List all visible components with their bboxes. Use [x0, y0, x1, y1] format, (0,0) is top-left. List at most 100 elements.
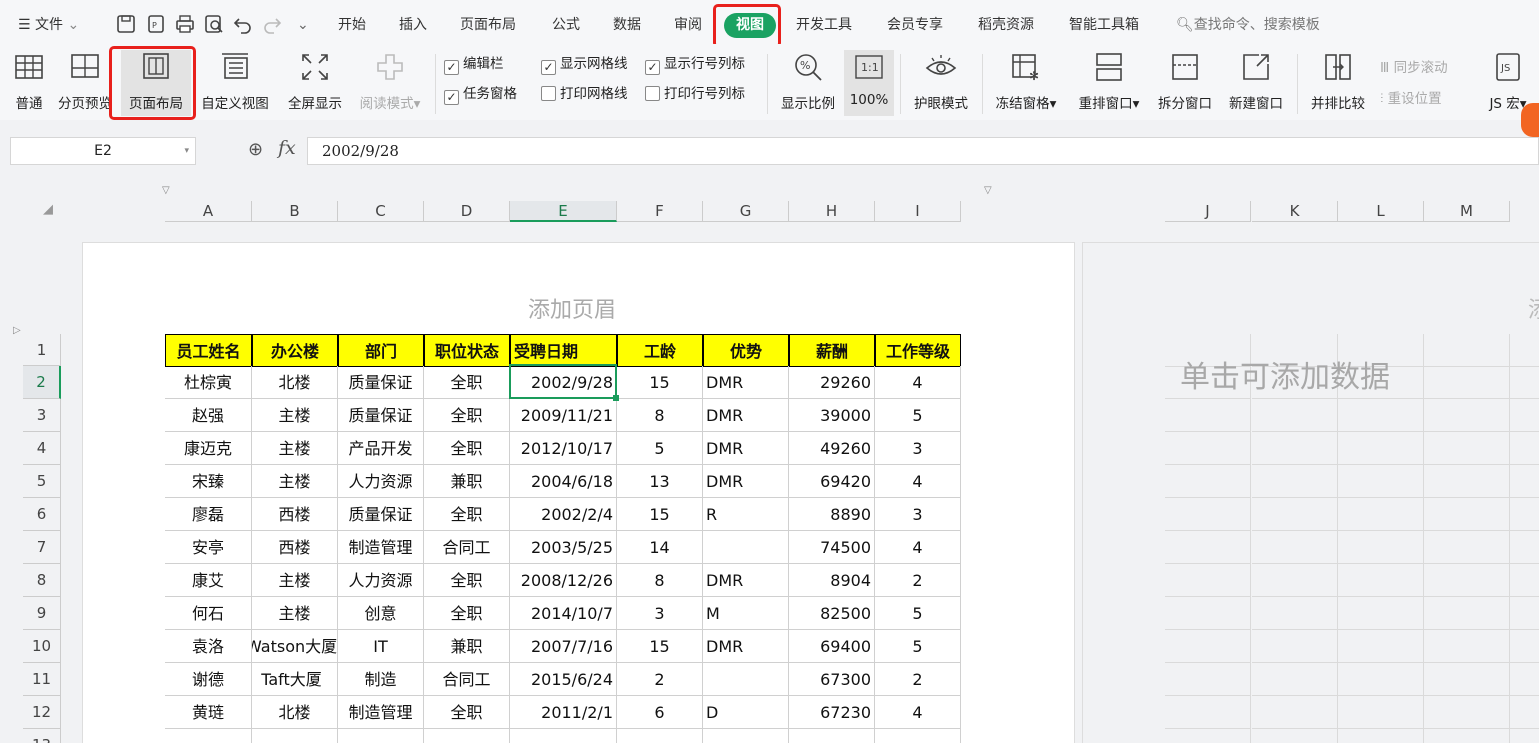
table-cell[interactable]: 67300: [789, 663, 875, 696]
table-cell[interactable]: DMR: [703, 366, 789, 399]
table-cell[interactable]: 制造管理: [338, 531, 424, 564]
row-header-5[interactable]: 5: [23, 465, 61, 498]
new-window-button[interactable]: 新建窗口: [1224, 50, 1288, 116]
table-cell[interactable]: 2011/2/1: [510, 696, 617, 729]
empty-cell[interactable]: [1510, 366, 1539, 399]
empty-cell[interactable]: [1338, 729, 1424, 743]
table-cell[interactable]: [252, 729, 338, 743]
empty-cell[interactable]: [1510, 597, 1539, 630]
empty-cell[interactable]: [1252, 630, 1338, 663]
table-cell[interactable]: 袁洛: [165, 630, 252, 663]
column-header-b[interactable]: B: [252, 201, 338, 222]
table-cell[interactable]: 2002/2/4: [510, 498, 617, 531]
table-cell[interactable]: 4: [875, 531, 961, 564]
table-cell[interactable]: 制造管理: [338, 696, 424, 729]
table-cell[interactable]: 15: [617, 630, 703, 663]
ruler-marker-icon[interactable]: ▽: [984, 185, 992, 196]
table-cell[interactable]: 宋臻: [165, 465, 252, 498]
table-cell[interactable]: 全职: [424, 696, 510, 729]
table-cell[interactable]: 西楼: [252, 498, 338, 531]
freeze-panes-button[interactable]: ✻ 冻结窗格▾: [990, 50, 1062, 116]
table-cell[interactable]: D: [703, 696, 789, 729]
empty-cell[interactable]: [1165, 432, 1251, 465]
next-page-header-hint[interactable]: 添: [1528, 292, 1539, 324]
table-cell[interactable]: 北楼: [252, 366, 338, 399]
empty-cell[interactable]: [1165, 465, 1251, 498]
add-data-hint[interactable]: 单击可添加数据: [1180, 352, 1390, 396]
row-header-10[interactable]: 10: [23, 630, 61, 663]
column-header-a[interactable]: A: [165, 201, 252, 222]
table-cell[interactable]: 67230: [789, 696, 875, 729]
table-cell[interactable]: 39000: [789, 399, 875, 432]
table-cell[interactable]: 赵强: [165, 399, 252, 432]
table-cell[interactable]: 产品开发: [338, 432, 424, 465]
table-cell[interactable]: DMR: [703, 432, 789, 465]
table-cell[interactable]: 2: [875, 564, 961, 597]
table-cell[interactable]: [703, 729, 789, 743]
table-cell[interactable]: DMR: [703, 564, 789, 597]
empty-cell[interactable]: [1338, 630, 1424, 663]
empty-cell[interactable]: [1424, 597, 1510, 630]
redo-icon[interactable]: [261, 13, 283, 35]
table-cell[interactable]: 5: [875, 399, 961, 432]
column-header-i[interactable]: I: [875, 201, 961, 222]
table-cell[interactable]: 廖磊: [165, 498, 252, 531]
empty-cell[interactable]: [1424, 696, 1510, 729]
split-window-button[interactable]: 拆分窗口: [1153, 50, 1217, 116]
table-cell[interactable]: 合同工: [424, 531, 510, 564]
select-all-icon[interactable]: ◢: [43, 202, 53, 217]
empty-cell[interactable]: [1165, 729, 1251, 743]
table-cell[interactable]: 4: [875, 696, 961, 729]
table-cell[interactable]: [165, 729, 252, 743]
table-cell[interactable]: 5: [875, 630, 961, 663]
table-cell[interactable]: [703, 663, 789, 696]
empty-cell[interactable]: [1424, 531, 1510, 564]
print-icon[interactable]: [174, 13, 196, 35]
empty-cell[interactable]: [1165, 630, 1251, 663]
file-menu[interactable]: ☰ 文件 ⌄: [18, 14, 79, 36]
table-cell[interactable]: 6: [617, 696, 703, 729]
table-cell[interactable]: 主楼: [252, 564, 338, 597]
column-header-j[interactable]: J: [1165, 201, 1251, 222]
table-cell[interactable]: 黄琏: [165, 696, 252, 729]
table-cell[interactable]: 5: [875, 597, 961, 630]
empty-cell[interactable]: [1338, 597, 1424, 630]
empty-cell[interactable]: [1252, 432, 1338, 465]
table-cell[interactable]: 2012/10/17: [510, 432, 617, 465]
column-header-c[interactable]: C: [338, 201, 424, 222]
ruler-marker-icon[interactable]: ▷: [13, 325, 21, 336]
table-cell[interactable]: 全职: [424, 498, 510, 531]
empty-cell[interactable]: [1510, 564, 1539, 597]
print-preview-icon[interactable]: [203, 13, 225, 35]
empty-cell[interactable]: [1338, 663, 1424, 696]
row-header-2[interactable]: 2: [23, 366, 61, 399]
checkbox-show-gridlines[interactable]: ✓ 显示网格线: [541, 54, 628, 75]
table-cell[interactable]: 2007/7/16: [510, 630, 617, 663]
table-cell[interactable]: 2: [617, 663, 703, 696]
empty-cell[interactable]: [1424, 564, 1510, 597]
table-cell[interactable]: 69400: [789, 630, 875, 663]
table-cell[interactable]: 人力资源: [338, 465, 424, 498]
table-cell[interactable]: 4: [875, 366, 961, 399]
checkbox-print-gridlines[interactable]: 打印网格线: [541, 84, 628, 104]
row-header-4[interactable]: 4: [23, 432, 61, 465]
row-header-11[interactable]: 11: [23, 663, 61, 696]
table-cell[interactable]: 13: [617, 465, 703, 498]
column-header-d[interactable]: D: [424, 201, 510, 222]
table-cell[interactable]: 2015/6/24: [510, 663, 617, 696]
table-cell[interactable]: M: [703, 597, 789, 630]
formula-input[interactable]: 2002/9/28: [307, 137, 1539, 165]
empty-cell[interactable]: [1424, 630, 1510, 663]
zoom-button[interactable]: % 显示比例: [776, 50, 840, 116]
table-cell[interactable]: 14: [617, 531, 703, 564]
table-cell[interactable]: 8904: [789, 564, 875, 597]
tab-home[interactable]: 开始: [338, 14, 366, 36]
tab-smart-tools[interactable]: 智能工具箱: [1069, 14, 1139, 36]
empty-cell[interactable]: [1510, 729, 1539, 743]
table-cell[interactable]: 5: [617, 432, 703, 465]
empty-cell[interactable]: [1252, 399, 1338, 432]
table-cell[interactable]: Watson大厦: [252, 630, 338, 663]
empty-cell[interactable]: [1252, 564, 1338, 597]
tab-docer[interactable]: 稻壳资源: [978, 14, 1034, 36]
empty-cell[interactable]: [1165, 498, 1251, 531]
